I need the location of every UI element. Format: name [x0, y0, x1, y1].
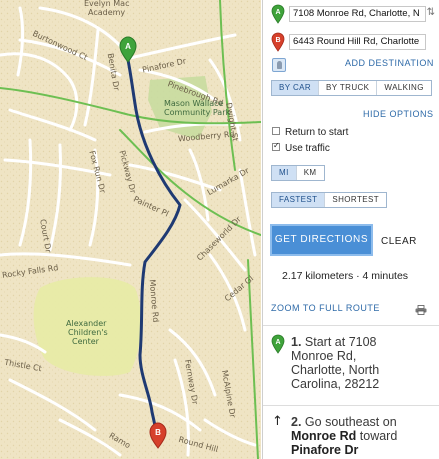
route-summary: 2.17 kilometers · 4 minutes: [282, 270, 409, 282]
svg-text:A: A: [275, 9, 280, 16]
return-to-start-option[interactable]: Return to start: [272, 127, 348, 138]
place-label: Alexander: [66, 319, 107, 328]
use-traffic-label: Use traffic: [285, 143, 330, 154]
step-text: 2. Go southeast on Monroe Rd toward Pina…: [291, 415, 436, 457]
start-pin-icon: A: [271, 334, 285, 354]
map-pin-icon[interactable]: [272, 58, 286, 72]
park-label: Mason Wallace: [164, 99, 224, 108]
step-line: Charlotte, North: [291, 363, 380, 377]
step-number: 2.: [291, 415, 302, 429]
map-label: Academy: [88, 8, 126, 17]
street-name: Pinafore Dr: [291, 443, 359, 457]
svg-text:B: B: [155, 428, 161, 437]
return-to-start-checkbox[interactable]: [272, 127, 280, 136]
mode-by-truck[interactable]: BY TRUCK: [319, 81, 378, 95]
hide-options-link[interactable]: HIDE OPTIONS: [363, 109, 434, 119]
use-traffic-checkbox[interactable]: [272, 141, 280, 152]
step-line: Go southeast on: [304, 415, 397, 429]
step-line: Monroe Rd,: [291, 349, 357, 363]
return-to-start-label: Return to start: [285, 127, 349, 138]
map-label: Evelyn Mac: [84, 0, 130, 8]
travel-mode-selector: BY CAR BY TRUCK WALKING: [271, 80, 432, 96]
street-name: Monroe Rd: [291, 429, 357, 443]
place-label: Children's: [68, 328, 108, 337]
route-type-selector: FASTEST SHORTEST: [271, 192, 387, 208]
zoom-to-full-route-link[interactable]: ZOOM TO FULL ROUTE: [271, 303, 380, 313]
direction-step[interactable]: ↑ 2. Go southeast on Monroe Rd toward Pi…: [263, 405, 439, 459]
route-fastest[interactable]: FASTEST: [272, 193, 326, 207]
use-traffic-option[interactable]: Use traffic: [272, 141, 330, 154]
arrow-up-icon: ↑: [272, 414, 283, 429]
clear-button[interactable]: CLEAR: [381, 236, 417, 247]
end-address-input[interactable]: 6443 Round Hill Rd, Charlotte: [289, 34, 426, 50]
waypoint-start: A 7108 Monroe Rd, Charlotte, N ⇅: [271, 4, 437, 24]
unit-km[interactable]: KM: [296, 166, 324, 180]
svg-text:A: A: [125, 42, 131, 51]
step-line: Carolina, 28212: [291, 377, 380, 391]
start-pin-icon: A: [271, 4, 285, 24]
mode-by-car[interactable]: BY CAR: [272, 81, 320, 95]
direction-step[interactable]: A 1. Start at 7108 Monroe Rd, Charlotte,…: [263, 325, 439, 401]
place-label: Center: [72, 337, 99, 346]
print-icon[interactable]: [415, 305, 427, 315]
mode-walking[interactable]: WALKING: [377, 81, 431, 95]
step-line: toward: [359, 429, 398, 443]
park-label: Community Park: [164, 108, 231, 117]
waypoint-end: B 6443 Round Hill Rd, Charlotte: [271, 32, 437, 52]
svg-text:B: B: [275, 37, 280, 44]
get-directions-button[interactable]: GET DIRECTIONS: [270, 224, 373, 256]
route-shortest[interactable]: SHORTEST: [325, 193, 386, 207]
directions-panel: A 7108 Monroe Rd, Charlotte, N ⇅ B 6443 …: [262, 0, 439, 459]
end-pin-icon: B: [271, 32, 285, 52]
step-line: Start at 7108: [304, 335, 377, 349]
swap-icon[interactable]: ⇅: [427, 7, 435, 18]
map-view[interactable]: A B Evelyn Mac Academy Burtonwood Ct Ben…: [0, 0, 261, 459]
start-address-input[interactable]: 7108 Monroe Rd, Charlotte, N: [289, 6, 426, 22]
unit-selector: MI KM: [271, 165, 325, 181]
unit-mi[interactable]: MI: [272, 166, 297, 180]
step-number: 1.: [291, 335, 302, 349]
svg-text:A: A: [275, 339, 280, 346]
add-destination-link[interactable]: ADD DESTINATION: [345, 58, 434, 68]
step-text: 1. Start at 7108 Monroe Rd, Charlotte, N…: [291, 335, 436, 391]
